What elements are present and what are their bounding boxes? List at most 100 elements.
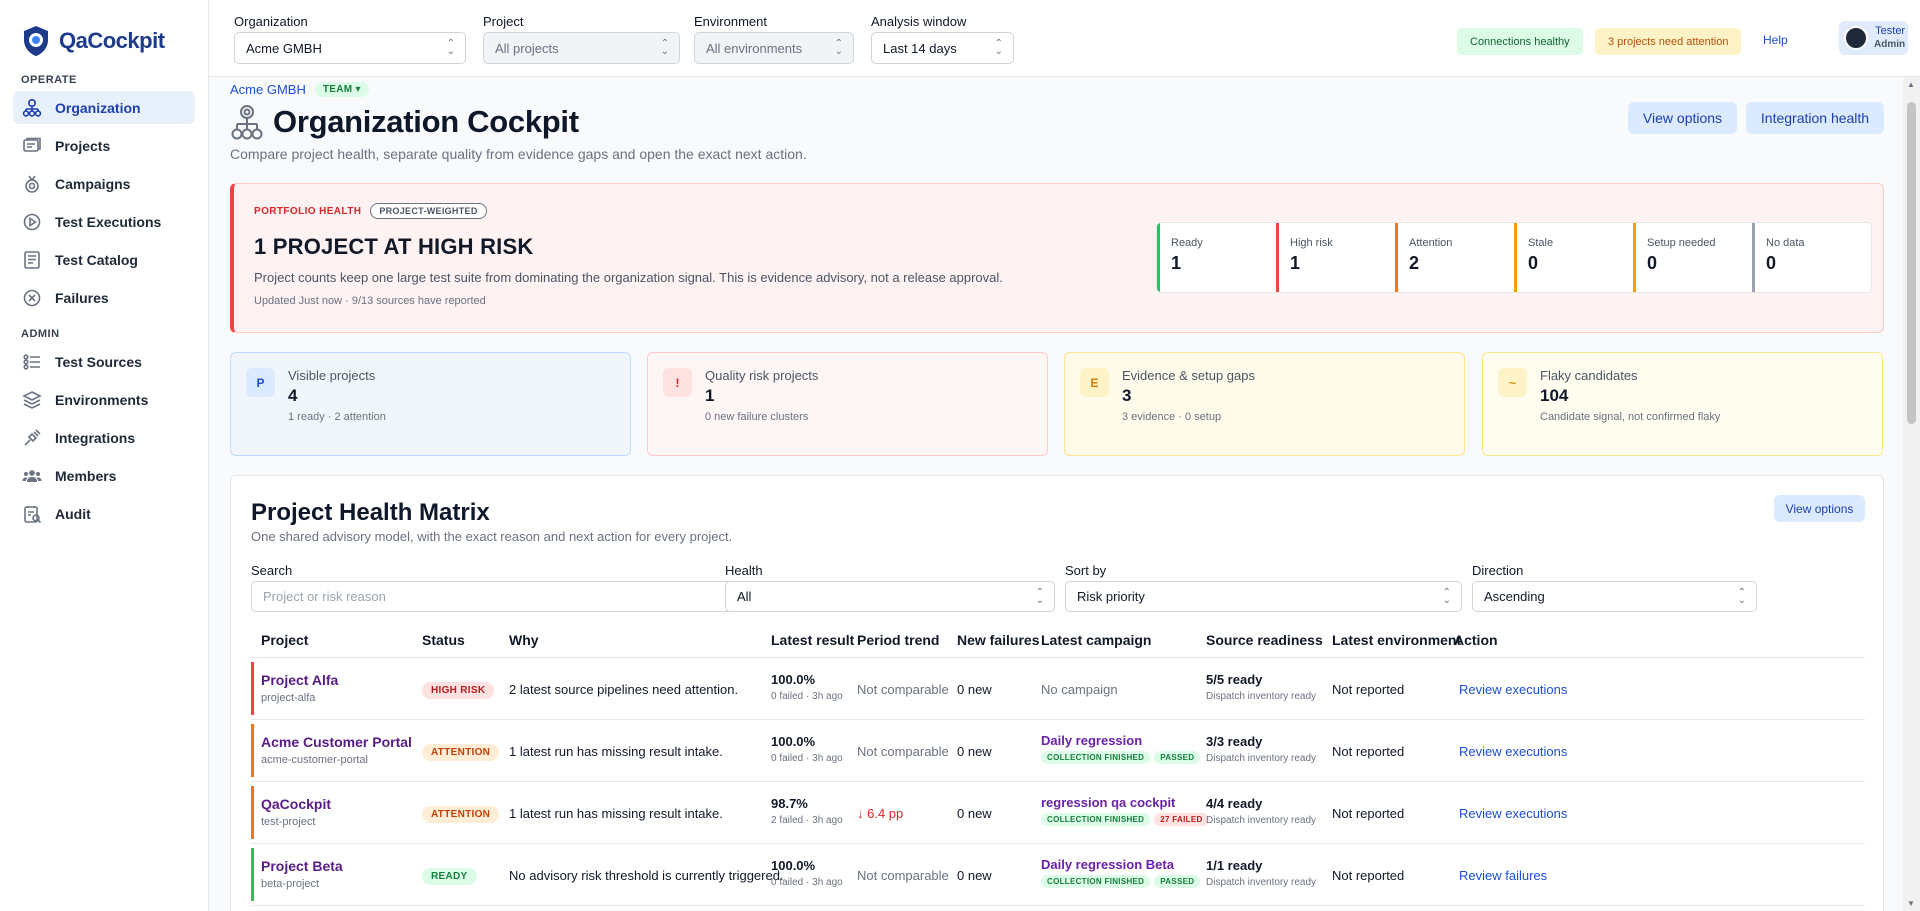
sidebar-item-organization[interactable]: Organization xyxy=(13,91,195,124)
breadcrumb-org-link[interactable]: Acme GMBH xyxy=(230,82,306,97)
column-header-action[interactable]: Action xyxy=(1454,632,1498,648)
scroll-up-icon[interactable]: ▲ xyxy=(1907,80,1915,89)
source-readiness-value: 3/3 ready xyxy=(1206,734,1263,749)
table-row[interactable]: Project Beta beta-project READY No advis… xyxy=(251,844,1865,906)
integrations-icon xyxy=(21,427,43,449)
sidebar-item-test-executions[interactable]: Test Executions xyxy=(13,205,195,238)
kpi-label: Quality risk projects xyxy=(705,368,819,383)
project-health-matrix: Project Health Matrix One shared advisor… xyxy=(230,475,1884,911)
kpi-label: Evidence & setup gaps xyxy=(1122,368,1255,383)
user-role: Admin xyxy=(1874,39,1906,50)
organization-select[interactable]: Acme GMBH ⌃ ⌄ xyxy=(234,32,466,64)
project-name-link[interactable]: Acme Customer Portal xyxy=(261,734,412,750)
campaign-link[interactable]: regression qa cockpit xyxy=(1041,795,1209,810)
test-sources-icon xyxy=(21,351,43,373)
source-readiness-sub: Dispatch inventory ready xyxy=(1206,815,1317,826)
row-action-link[interactable]: Review executions xyxy=(1459,806,1567,821)
sort-select[interactable]: Risk priority ⌃ ⌄ xyxy=(1065,581,1462,612)
campaigns-icon xyxy=(21,173,43,195)
latest-environment: Not reported xyxy=(1332,682,1405,697)
column-header-latest-environment[interactable]: Latest environment xyxy=(1332,632,1461,648)
chevron-updown-icon: ⌃ ⌄ xyxy=(994,38,1003,57)
sidebar-item-label: Members xyxy=(55,467,117,484)
column-header-source-readiness[interactable]: Source readiness xyxy=(1206,632,1323,648)
kpi-value: 3 xyxy=(1122,386,1132,405)
row-action-link[interactable]: Review executions xyxy=(1459,682,1567,697)
project-name-link[interactable]: Project Alfa xyxy=(261,672,338,688)
portfolio-description: Project counts keep one large test suite… xyxy=(254,270,1003,285)
members-icon xyxy=(21,465,43,487)
matrix-title: Project Health Matrix xyxy=(251,499,490,526)
portfolio-stat-setup-needed[interactable]: Setup needed 0 xyxy=(1633,223,1752,292)
stat-label: Ready xyxy=(1171,237,1203,249)
column-header-status[interactable]: Status xyxy=(422,632,465,648)
direction-select[interactable]: Ascending ⌃ ⌄ xyxy=(1472,581,1757,612)
row-action-link[interactable]: Review failures xyxy=(1459,868,1547,883)
matrix-view-options-button[interactable]: View options xyxy=(1774,495,1865,522)
sidebar-item-label: Projects xyxy=(55,137,111,154)
column-header-latest-campaign[interactable]: Latest campaign xyxy=(1041,632,1151,648)
project-name-link[interactable]: Project Beta xyxy=(261,858,343,874)
latest-campaign-cell: Daily regression Beta COLLECTION FINISHE… xyxy=(1041,857,1201,888)
integration-health-button[interactable]: Integration health xyxy=(1746,102,1884,134)
sidebar-item-environments[interactable]: Environments xyxy=(13,383,195,416)
attention-pill[interactable]: 3 projects need attention xyxy=(1595,28,1742,55)
kpi-value: 4 xyxy=(288,386,298,405)
portfolio-stat-ready[interactable]: Ready 1 xyxy=(1157,223,1276,292)
stat-label: Stale xyxy=(1528,237,1554,249)
user-menu[interactable]: Tester Admin xyxy=(1839,21,1908,55)
campaign-link[interactable]: Daily regression xyxy=(1041,733,1200,748)
direction-filter: Direction Ascending ⌃ ⌄ xyxy=(1472,563,1757,612)
latest-result-cell: 98.7% 2 failed · 3h ago xyxy=(771,796,843,826)
portfolio-stat-no-data[interactable]: No data 0 xyxy=(1752,223,1871,292)
sidebar-item-label: Organization xyxy=(55,99,141,116)
app-logo[interactable]: QaCockpit xyxy=(0,0,208,62)
period-trend: ↓ 6.4 pp xyxy=(857,806,904,821)
scrollbar-thumb[interactable] xyxy=(1907,102,1916,424)
portfolio-stat-stale[interactable]: Stale 0 xyxy=(1514,223,1633,292)
table-row[interactable]: Project Alfa project-alfa HIGH RISK 2 la… xyxy=(251,658,1865,720)
kpi-card-visible-projects[interactable]: P Visible projects 4 1 ready · 2 attenti… xyxy=(230,352,631,456)
environment-select[interactable]: All environments ⌃ ⌄ xyxy=(694,32,854,64)
column-header-project[interactable]: Project xyxy=(261,632,308,648)
column-header-why[interactable]: Why xyxy=(509,632,539,648)
campaign-status-tag: COLLECTION FINISHED xyxy=(1041,813,1151,826)
page-scrollbar[interactable]: ▲ ▼ xyxy=(1903,77,1920,911)
sidebar-item-test-catalog[interactable]: Test Catalog xyxy=(13,243,195,276)
project-name-link[interactable]: QaCockpit xyxy=(261,796,331,812)
column-header-period-trend[interactable]: Period trend xyxy=(857,632,939,648)
analysis-window-select[interactable]: Last 14 days ⌃ ⌄ xyxy=(871,32,1014,64)
row-action-link[interactable]: Review executions xyxy=(1459,744,1567,759)
projects-icon xyxy=(21,135,43,157)
connections-status-pill[interactable]: Connections healthy xyxy=(1457,28,1583,55)
test-catalog-icon xyxy=(21,249,43,271)
sidebar-item-integrations[interactable]: Integrations xyxy=(13,421,195,454)
analysis-window-label: Analysis window xyxy=(871,14,967,29)
help-link[interactable]: Help xyxy=(1763,33,1788,47)
portfolio-stat-attention[interactable]: Attention 2 xyxy=(1395,223,1514,292)
column-header-latest-result[interactable]: Latest result xyxy=(771,632,854,648)
column-header-new-failures[interactable]: New failures xyxy=(957,632,1039,648)
source-readiness-cell: 5/5 ready Dispatch inventory ready xyxy=(1206,672,1316,702)
kpi-card-flaky-candidates[interactable]: ~ Flaky candidates 104 Candidate signal,… xyxy=(1482,352,1883,456)
portfolio-stat-high-risk[interactable]: High risk 1 xyxy=(1276,223,1395,292)
sidebar-item-failures[interactable]: Failures xyxy=(13,281,195,314)
view-options-button[interactable]: View options xyxy=(1628,102,1737,134)
new-failures: 0 new xyxy=(957,682,992,697)
campaign-link[interactable]: Daily regression Beta xyxy=(1041,857,1200,872)
kpi-card-quality-risk-projects[interactable]: ! Quality risk projects 1 0 new failure … xyxy=(647,352,1048,456)
health-select[interactable]: All ⌃ ⌄ xyxy=(725,581,1055,612)
project-cell: Project Alfa project-alfa xyxy=(261,672,338,704)
kpi-card-evidence-setup-gaps[interactable]: E Evidence & setup gaps 3 3 evidence · 0… xyxy=(1064,352,1465,456)
sidebar-item-members[interactable]: Members xyxy=(13,459,195,492)
project-select[interactable]: All projects ⌃ ⌄ xyxy=(483,32,680,64)
table-row[interactable]: Acme Customer Portal acme-customer-porta… xyxy=(251,720,1865,782)
sidebar-item-test-sources[interactable]: Test Sources xyxy=(13,345,195,378)
latest-result-value: 100.0% xyxy=(771,672,816,687)
scroll-down-icon[interactable]: ▼ xyxy=(1907,899,1915,908)
sidebar-item-projects[interactable]: Projects xyxy=(13,129,195,162)
sidebar-item-campaigns[interactable]: Campaigns xyxy=(13,167,195,200)
table-row[interactable]: QaCockpit test-project ATTENTION 1 lates… xyxy=(251,782,1865,844)
audit-icon xyxy=(21,503,43,525)
sidebar-item-audit[interactable]: Audit xyxy=(13,497,195,530)
